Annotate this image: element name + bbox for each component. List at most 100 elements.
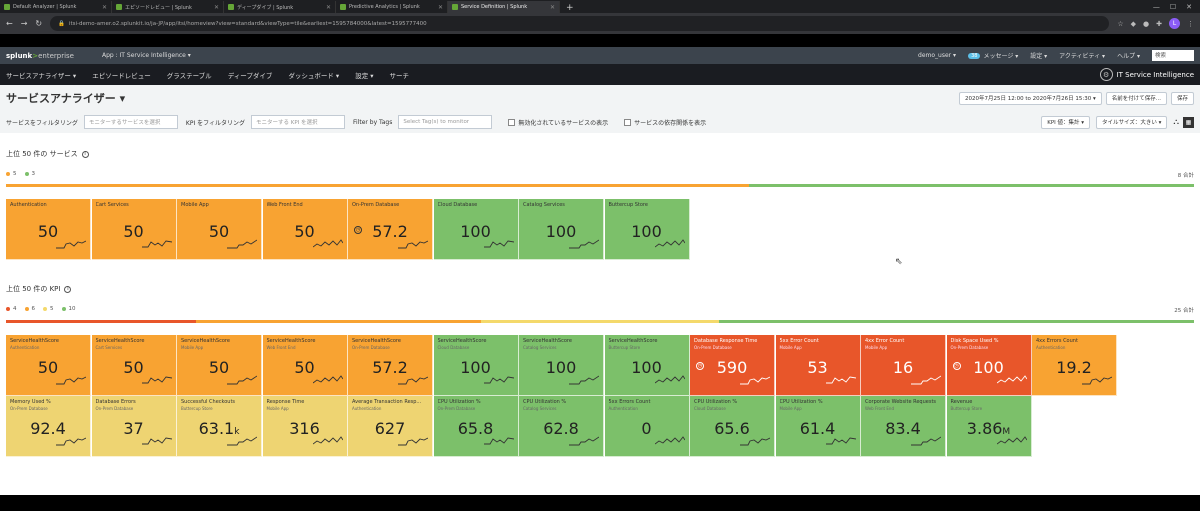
tile-orange[interactable]: On-Prem Database ◷ 57.2 bbox=[348, 199, 433, 260]
status-bar-segment bbox=[6, 184, 749, 187]
puzzle-icon[interactable]: ✚ bbox=[1156, 20, 1162, 28]
nav-item[interactable]: ディープダイブ bbox=[228, 70, 273, 80]
tile-orange[interactable]: ServiceHealthScore On-Prem Database 57.2 bbox=[348, 335, 433, 396]
menu-icon[interactable]: ⋮ bbox=[1187, 20, 1194, 28]
tile-green[interactable]: 5xx Errors Count Authentication 0 bbox=[604, 396, 690, 457]
filter-row: サービスをフィルタリング モニターするサービスを選択 KPI をフィルタリング … bbox=[0, 111, 1200, 133]
tile-green[interactable]: CPU Utilization % Catalog Services 62.8 bbox=[519, 396, 604, 457]
tile-name: ServiceHealthScore bbox=[352, 338, 401, 344]
sparkline-path bbox=[227, 239, 257, 249]
splunk-logo[interactable]: splunk>enterprise bbox=[6, 52, 74, 60]
save-button[interactable]: 保存 bbox=[1170, 91, 1194, 105]
tile-red[interactable]: Database Response Time On-Prem Database ◷ 5… bbox=[690, 335, 775, 396]
tile-subtitle: Authentication bbox=[608, 406, 638, 411]
tile-yellow[interactable]: Average Transaction Resp... Authenticatio… bbox=[348, 396, 433, 457]
tile-view-icon[interactable]: ▦ bbox=[1183, 116, 1194, 128]
tile-red[interactable]: 5xx Error Count Mobile App 53 bbox=[775, 335, 861, 396]
browser-tab[interactable]: Service Definition | Splunk ✕ bbox=[448, 1, 560, 13]
tile-green[interactable]: Corporate Website Requests Web Front End 8… bbox=[861, 396, 946, 457]
minimize-icon[interactable]: — bbox=[1153, 3, 1160, 11]
main-content: サービスアナライザー ▾ 2020年7月25日 12:00 to 2020年7月… bbox=[0, 85, 1200, 495]
page-title[interactable]: サービスアナライザー ▾ bbox=[6, 90, 125, 106]
tile-size-dropdown[interactable]: タイルサイズ：大きい ▾ bbox=[1096, 115, 1168, 129]
nav-item[interactable]: 設定 ▾ bbox=[355, 70, 373, 80]
tile-orange[interactable]: Web Front End 50 bbox=[262, 199, 348, 260]
tile-name: Response Time bbox=[266, 399, 305, 405]
extension-icon[interactable]: ● bbox=[1143, 20, 1149, 28]
settings-menu[interactable]: 設定 ▾ bbox=[1030, 51, 1047, 60]
profile-avatar[interactable]: L bbox=[1169, 18, 1180, 29]
extension-icon[interactable]: ◆ bbox=[1131, 20, 1136, 28]
tile-green[interactable]: Catalog Services 100 bbox=[519, 199, 604, 260]
new-tab-button[interactable]: + bbox=[560, 3, 580, 13]
tile-green[interactable]: CPU Utilization % Mobile App 61.4 bbox=[775, 396, 861, 457]
tile-green[interactable]: Revenue Buttercup Store 3.86M bbox=[946, 396, 1032, 457]
close-tab-icon[interactable]: ✕ bbox=[438, 4, 443, 11]
maximize-icon[interactable]: ☐ bbox=[1170, 3, 1176, 11]
nav-item[interactable]: エピソードレビュー bbox=[92, 70, 151, 80]
search-input[interactable]: 検索 bbox=[1152, 50, 1194, 61]
help-menu[interactable]: ヘルプ ▾ bbox=[1117, 51, 1140, 60]
sparkline bbox=[483, 437, 514, 445]
tile-orange[interactable]: Mobile App 50 bbox=[177, 199, 262, 260]
browser-tab[interactable]: Predictive Analytics | Splunk ✕ bbox=[336, 1, 448, 13]
tags-filter-input[interactable]: Select Tag(s) to monitor bbox=[398, 115, 493, 129]
messages-menu[interactable]: 38 メッセージ ▾ bbox=[968, 51, 1018, 60]
tree-view-icon[interactable]: ⛬ bbox=[1173, 117, 1179, 127]
url-input[interactable]: 🔒 itsi-demo-amer.o2.splunkit.io/ja-JP/ap… bbox=[50, 16, 1110, 31]
service-filter-input[interactable]: モニターするサービスを選択 bbox=[83, 115, 178, 129]
tags-filter-label: Filter by Tags bbox=[353, 118, 393, 126]
tile-red[interactable]: Disk Space Used % On-Prem Database ◷ 100 bbox=[946, 335, 1032, 396]
activity-menu[interactable]: アクティビティ ▾ bbox=[1059, 51, 1105, 60]
close-tab-icon[interactable]: ✕ bbox=[550, 4, 555, 11]
tile-green[interactable]: Buttercup Store 100 bbox=[604, 199, 690, 260]
tile-green[interactable]: Cloud Database 100 bbox=[433, 199, 519, 260]
browser-tab[interactable]: ディープダイブ | Splunk ✕ bbox=[224, 1, 336, 13]
tile-name: CPU Utilization % bbox=[437, 399, 481, 405]
tile-orange[interactable]: Authentication 50 bbox=[6, 199, 91, 260]
time-range-picker[interactable]: 2020年7月25日 12:00 to 2020年7月26日 15:30 ▾ bbox=[959, 91, 1102, 105]
tile-green[interactable]: CPU Utilization % Cloud Database 65.6 bbox=[690, 396, 775, 457]
tile-yellow[interactable]: Memory Used % On-Prem Database 92.4 bbox=[6, 396, 91, 457]
tile-orange[interactable]: ServiceHealthScore Authentication 50 bbox=[6, 335, 91, 396]
tile-green[interactable]: ServiceHealthScore Catalog Services 100 bbox=[519, 335, 604, 396]
forward-icon[interactable]: → bbox=[21, 19, 28, 28]
tile-green[interactable]: ServiceHealthScore Cloud Database 100 bbox=[433, 335, 519, 396]
tile-orange[interactable]: ServiceHealthScore Web Front End 50 bbox=[262, 335, 348, 396]
nav-item[interactable]: サーチ bbox=[390, 70, 410, 80]
app-selector[interactable]: App : IT Service Intelligence ▾ bbox=[102, 52, 191, 59]
tile-yellow[interactable]: Database Errors On-Prem Database 37 bbox=[91, 396, 177, 457]
close-tab-icon[interactable]: ✕ bbox=[214, 4, 219, 11]
sparkline-path bbox=[654, 436, 685, 445]
tile-red[interactable]: 4xx Error Count Mobile App 16 bbox=[861, 335, 946, 396]
kpi-value-dropdown[interactable]: KPI 値：集計 ▾ bbox=[1041, 115, 1091, 129]
nav-item[interactable]: ダッシュボード ▾ bbox=[288, 70, 339, 80]
user-menu[interactable]: demo_user ▾ bbox=[918, 52, 956, 59]
browser-tab[interactable]: エピソードレビュー | Splunk ✕ bbox=[112, 1, 224, 13]
tile-yellow[interactable]: Response Time Mobile App 316 bbox=[262, 396, 348, 457]
close-tab-icon[interactable]: ✕ bbox=[102, 4, 107, 11]
nav-item[interactable]: グラステーブル bbox=[167, 70, 212, 80]
kpi-filter-input[interactable]: モニターする KPI を選択 bbox=[251, 115, 346, 129]
tile-orange[interactable]: 4xx Errors Count Authentication 19.2 bbox=[1032, 335, 1117, 396]
nav-item[interactable]: サービスアナライザー ▾ bbox=[6, 70, 76, 80]
close-icon[interactable]: ✕ bbox=[1186, 3, 1192, 11]
sparkline-path bbox=[312, 375, 343, 384]
tile-green[interactable]: CPU Utilization % On-Prem Database 65.8 bbox=[433, 396, 519, 457]
info-icon[interactable]: i bbox=[81, 150, 89, 158]
tile-green[interactable]: ServiceHealthScore Buttercup Store 100 bbox=[604, 335, 690, 396]
close-tab-icon[interactable]: ✕ bbox=[326, 4, 331, 11]
save-as-button[interactable]: 名前を付けて保存... bbox=[1105, 91, 1167, 105]
show-disabled-checkbox[interactable]: 無効化されているサービスの表示 bbox=[508, 118, 608, 127]
reload-icon[interactable]: ↻ bbox=[35, 19, 42, 28]
tile-yellow[interactable]: Successful Checkouts Buttercup Store 63.1k bbox=[177, 396, 262, 457]
sparkline bbox=[312, 375, 343, 384]
star-icon[interactable]: ☆ bbox=[1117, 20, 1123, 28]
tile-orange[interactable]: ServiceHealthScore Cart Services 50 bbox=[91, 335, 177, 396]
back-icon[interactable]: ← bbox=[6, 19, 13, 28]
tile-orange[interactable]: Cart Services 50 bbox=[91, 199, 177, 260]
show-deps-checkbox[interactable]: サービスの依存関係を表示 bbox=[624, 118, 706, 127]
browser-tab[interactable]: Default Analyzer | Splunk ✕ bbox=[0, 1, 112, 13]
info-icon[interactable]: i bbox=[64, 285, 72, 293]
tile-orange[interactable]: ServiceHealthScore Mobile App 50 bbox=[177, 335, 262, 396]
